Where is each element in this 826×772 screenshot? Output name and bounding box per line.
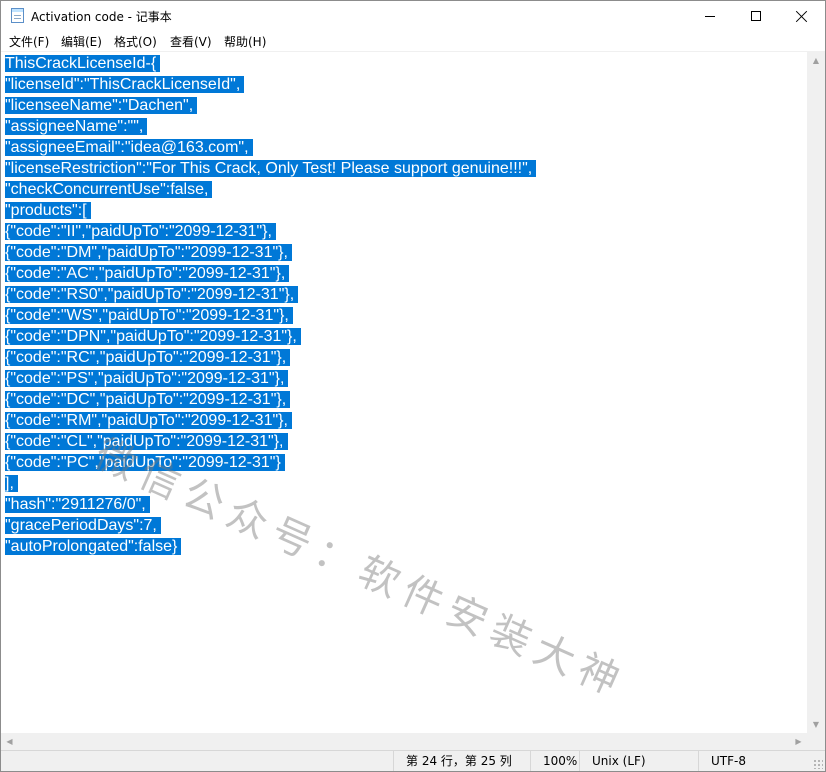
vertical-scrollbar[interactable]: ▲ ▼ — [807, 52, 825, 733]
text-line: {"code":"DC","paidUpTo":"2099-12-31"}, — [5, 389, 536, 410]
close-icon — [796, 10, 808, 22]
notepad-window: Activation code - 记事本 文件(F) 编辑(E) 格式(O) … — [0, 0, 826, 772]
text-line: {"code":"DM","paidUpTo":"2099-12-31"}, — [5, 242, 536, 263]
line-ending: Unix (LF) — [579, 751, 699, 771]
text-line: {"code":"CL","paidUpTo":"2099-12-31"}, — [5, 431, 536, 452]
menu-bar: 文件(F) 编辑(E) 格式(O) 查看(V) 帮助(H) — [1, 31, 825, 52]
minimize-icon — [705, 15, 715, 17]
text-line: "autoProlongated":false} — [5, 536, 536, 557]
text-line: "checkConcurrentUse":false, — [5, 179, 536, 200]
text-line: "gracePeriodDays":7, — [5, 515, 536, 536]
scrollbar-corner — [807, 733, 825, 750]
title-bar[interactable]: Activation code - 记事本 — [1, 1, 825, 31]
text-editor[interactable]: ThisCrackLicenseId-{ "licenseId":"ThisCr… — [1, 52, 807, 733]
text-line: "licenseRestriction":"For This Crack, On… — [5, 158, 537, 179]
text-line: {"code":"RC","paidUpTo":"2099-12-31"}, — [5, 347, 536, 368]
scroll-left-icon[interactable]: ◀ — [1, 733, 18, 750]
maximize-button[interactable] — [733, 1, 779, 31]
scroll-down-icon[interactable]: ▼ — [807, 716, 825, 733]
text-line: {"code":"DPN","paidUpTo":"2099-12-31"}, — [5, 326, 536, 347]
resize-grip-icon[interactable] — [813, 759, 823, 769]
scroll-right-icon[interactable]: ▶ — [790, 733, 807, 750]
menu-help[interactable]: 帮助(H) — [224, 33, 266, 50]
text-line: "licenseeName":"Dachen", — [5, 95, 536, 116]
text-line: "hash":"2911276/0", — [5, 494, 536, 515]
menu-file[interactable]: 文件(F) — [9, 33, 49, 50]
text-line: "assigneeEmail":"idea@163.com", — [5, 137, 536, 158]
close-button[interactable] — [779, 1, 825, 31]
text-line: "licenseId":"ThisCrackLicenseId", — [5, 74, 536, 95]
text-line: {"code":"WS","paidUpTo":"2099-12-31"}, — [5, 305, 536, 326]
text-line: {"code":"PS","paidUpTo":"2099-12-31"}, — [5, 368, 536, 389]
scroll-up-icon[interactable]: ▲ — [807, 52, 825, 69]
menu-edit[interactable]: 编辑(E) — [61, 33, 102, 50]
text-line: "products":[ — [5, 200, 536, 221]
text-line: ], — [5, 473, 536, 494]
text-line: ThisCrackLicenseId-{ — [5, 53, 536, 74]
menu-format[interactable]: 格式(O) — [114, 33, 157, 50]
menu-view[interactable]: 查看(V) — [170, 33, 212, 50]
cursor-position: 第 24 行，第 25 列 — [393, 751, 531, 771]
minimize-button[interactable] — [687, 1, 733, 31]
text-content[interactable]: ThisCrackLicenseId-{ "licenseId":"ThisCr… — [5, 53, 537, 557]
text-line: {"code":"RS0","paidUpTo":"2099-12-31"}, — [5, 284, 536, 305]
text-line: "assigneeName":"", — [5, 116, 536, 137]
text-line: {"code":"PC","paidUpTo":"2099-12-31"} — [5, 452, 536, 473]
encoding: UTF-8 — [698, 751, 808, 771]
maximize-icon — [751, 11, 761, 21]
window-title: Activation code - 记事本 — [31, 10, 172, 24]
status-bar: 第 24 行，第 25 列 100% Unix (LF) UTF-8 — [1, 750, 825, 771]
horizontal-scrollbar[interactable]: ◀ ▶ — [1, 733, 807, 750]
notepad-icon — [11, 8, 24, 23]
text-line: {"code":"AC","paidUpTo":"2099-12-31"}, — [5, 263, 536, 284]
text-line: {"code":"RM","paidUpTo":"2099-12-31"}, — [5, 410, 536, 431]
zoom-level: 100% — [530, 751, 580, 771]
text-line: {"code":"II","paidUpTo":"2099-12-31"}, — [5, 221, 536, 242]
